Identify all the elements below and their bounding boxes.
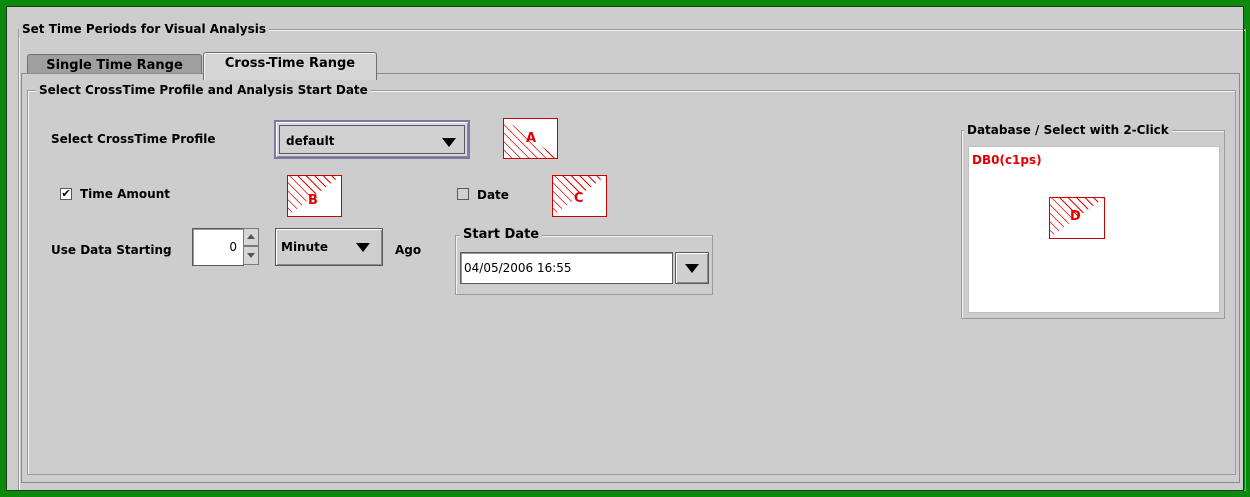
profile-group-title: Select CrossTime Profile and Analysis St…	[36, 82, 371, 98]
window-frame: Set Time Periods for Visual Analysis Sin…	[0, 0, 1250, 497]
chevron-down-icon	[442, 138, 456, 147]
date-label: Date	[477, 188, 509, 202]
marker-c-icon: C	[552, 175, 607, 217]
unit-value: Minute	[281, 240, 329, 254]
chevron-down-icon	[685, 264, 699, 273]
unit-dropdown[interactable]: Minute	[275, 228, 383, 266]
spinner-down-icon	[247, 253, 255, 258]
marker-b-icon: B	[287, 175, 342, 217]
spinner-up-button[interactable]	[243, 228, 259, 246]
marker-label: B	[308, 193, 318, 208]
amount-spinner[interactable]: 0	[192, 228, 244, 266]
database-list[interactable]: DB0(c1ps) D	[968, 146, 1220, 313]
start-date-title: Start Date	[460, 227, 543, 243]
date-checkbox[interactable]	[457, 188, 469, 200]
spinner-down-button[interactable]	[243, 246, 259, 265]
marker-label: A	[526, 131, 537, 146]
time-amount-checkbox[interactable]: ✔	[60, 188, 72, 200]
tab-label: Single Time Range	[46, 58, 183, 73]
chevron-down-icon	[356, 243, 370, 252]
use-data-label: Use Data Starting	[51, 243, 172, 257]
spinner-up-icon	[247, 234, 255, 239]
profile-label: Select CrossTime Profile	[51, 132, 216, 146]
marker-a-icon: A	[503, 118, 558, 159]
start-date-picker-button[interactable]	[675, 252, 709, 284]
profile-dropdown[interactable]: default	[274, 120, 470, 159]
marker-label: D	[1070, 209, 1081, 224]
ago-label: Ago	[395, 243, 422, 257]
database-list-item[interactable]: DB0(c1ps)	[972, 153, 1042, 167]
database-title: Database / Select with 2-Click	[964, 122, 1172, 138]
outer-group-title: Set Time Periods for Visual Analysis	[19, 21, 270, 37]
tab-label: Cross-Time Range	[224, 56, 356, 71]
start-date-input[interactable]: 04/05/2006 16:55	[460, 252, 673, 284]
amount-value: 0	[229, 240, 237, 254]
start-date-value: 04/05/2006 16:55	[464, 261, 572, 275]
profile-value: default	[286, 134, 335, 148]
marker-d-icon: D	[1049, 197, 1105, 239]
time-amount-label: Time Amount	[80, 187, 170, 201]
marker-label: C	[574, 191, 584, 206]
tab-cross-time-range[interactable]: Cross-Time Range	[203, 52, 377, 80]
